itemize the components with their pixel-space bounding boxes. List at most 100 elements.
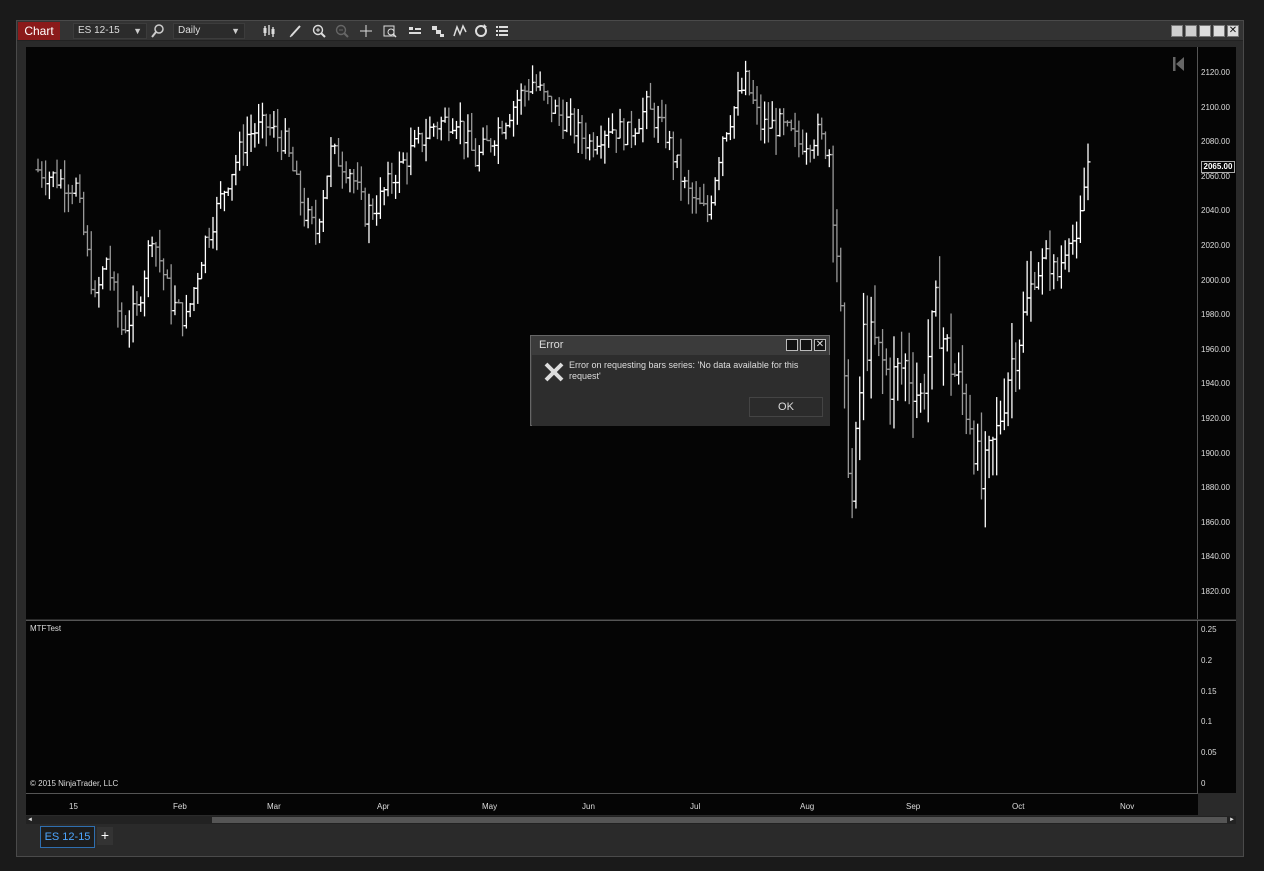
ohlc-bar [975, 423, 981, 471]
tile-icon[interactable] [1185, 25, 1197, 37]
ohlc-bar [214, 196, 220, 251]
ohlc-bar [686, 169, 692, 205]
ohlc-bar [594, 136, 600, 155]
ohlc-bar [998, 400, 1003, 435]
ohlc-bar [883, 348, 889, 376]
ok-button[interactable]: OK [749, 397, 823, 417]
price-tick-label: 1920.00 [1201, 414, 1230, 423]
indicator-axis[interactable]: 0.25 0.2 0.15 0.1 0.05 0 [1198, 620, 1236, 793]
horizontal-scrollbar[interactable]: ◄ ► [26, 816, 1236, 824]
time-tick-label: Sep [906, 802, 921, 811]
ohlc-bar [324, 175, 330, 200]
instrument-selector[interactable]: ES 12-15 ▼ [73, 23, 147, 39]
chart-toolbar: Chart ES 12-15 ▼ Daily ▼ ✕ [17, 21, 1243, 41]
ohlc-bar [419, 132, 425, 153]
ohlc-bar [370, 198, 376, 220]
maximize-button[interactable] [1213, 25, 1225, 37]
ohlc-bar [107, 245, 113, 291]
zoom-in-icon[interactable] [311, 23, 327, 39]
ohlc-bar [294, 160, 300, 175]
ohlc-bar [92, 280, 98, 298]
ohlc-bar [777, 108, 783, 137]
time-tick-label: Jun [582, 802, 595, 811]
add-tab-button[interactable]: + [97, 827, 113, 845]
ohlc-bar [819, 117, 825, 140]
scroll-to-end-icon[interactable] [1172, 55, 1186, 73]
maximize-button[interactable] [800, 339, 812, 351]
scroll-right-arrow[interactable]: ► [1228, 816, 1236, 824]
ohlc-bar [857, 376, 863, 461]
ohlc-bar [267, 114, 273, 136]
ohlc-bar [1074, 221, 1080, 259]
minimize-button[interactable] [786, 339, 798, 351]
chart-window-tab[interactable]: Chart [18, 22, 60, 40]
ohlc-bar [1013, 342, 1019, 392]
scroll-left-arrow[interactable]: ◄ [26, 816, 34, 824]
chart-trader-icon[interactable] [407, 23, 423, 39]
crosshair-icon[interactable] [358, 23, 374, 39]
zoom-out-icon[interactable] [334, 23, 350, 39]
ohlc-bar [469, 112, 475, 151]
indicator-title: MTFTest [30, 624, 62, 633]
ohlc-bar [480, 127, 486, 156]
ohlc-bar [396, 151, 402, 193]
ohlc-bar [545, 90, 551, 105]
dialog-titlebar[interactable]: Error ✕ [531, 336, 829, 354]
ohlc-bar [628, 110, 634, 148]
ohlc-bar [978, 412, 984, 500]
ohlc-bar [849, 448, 855, 519]
ohlc-bar [518, 83, 524, 115]
strategies-icon[interactable] [430, 23, 446, 39]
ohlc-bar [940, 327, 946, 386]
ohlc-bar [400, 152, 406, 164]
price-panel[interactable] [26, 47, 1198, 619]
properties-icon[interactable] [494, 23, 510, 39]
ohlc-bar [560, 99, 566, 139]
ohlc-bar [1020, 291, 1026, 353]
price-tick-label: 1860.00 [1201, 517, 1230, 527]
close-icon[interactable]: ✕ [1227, 25, 1239, 37]
time-axis[interactable]: 15 Feb Mar Apr May Jun Jul Aug Sep Oct Nov [26, 793, 1198, 815]
ohlc-bar [769, 101, 775, 129]
reload-icon[interactable] [473, 23, 489, 39]
ohlc-bar [427, 116, 433, 140]
search-icon[interactable] [150, 23, 166, 39]
dialog-body: Error on requesting bars series: 'No dat… [532, 355, 830, 426]
indicators-icon[interactable] [452, 23, 468, 39]
close-icon[interactable]: ✕ [814, 339, 826, 351]
ohlc-bar [393, 174, 399, 199]
ohlc-bar [682, 176, 688, 189]
indicator-panel[interactable]: MTFTest © 2015 NinjaTrader, LLC [26, 620, 1198, 793]
ohlc-bar [1058, 245, 1064, 289]
series-tab-es[interactable]: ES 12-15 [40, 826, 95, 848]
ohlc-bar [218, 181, 224, 209]
ohlc-bar [994, 397, 1000, 476]
interval-selector[interactable]: Daily ▼ [173, 23, 245, 39]
ohlc-bar [784, 120, 790, 127]
bar-type-icon[interactable] [261, 23, 277, 39]
data-box-icon[interactable] [382, 23, 398, 39]
ohlc-bar [895, 357, 901, 401]
ohlc-bar [362, 187, 368, 227]
minimize-button[interactable] [1199, 25, 1211, 37]
ohlc-bar [73, 177, 79, 197]
ohlc-bar [674, 154, 680, 169]
ohlc-bar [492, 140, 498, 156]
ohlc-bar [956, 352, 962, 385]
ohlc-bar [959, 345, 965, 416]
price-tick-label: 1900.00 [1201, 448, 1230, 458]
price-tick-label: 1840.00 [1201, 552, 1230, 562]
ohlc-bar [705, 195, 711, 223]
error-dialog: Error ✕ Error on requesting bars series:… [530, 335, 830, 426]
time-tick-label: 15 [69, 802, 78, 811]
ohlc-bar [164, 269, 170, 279]
price-axis[interactable]: 2120.00 2100.00 2080.00 2060.00 2040.00 2020.… [1198, 47, 1236, 619]
ohlc-bar [963, 383, 969, 435]
tile-icon[interactable] [1171, 25, 1183, 37]
ohlc-bar [678, 138, 684, 201]
ohlc-bar [530, 65, 536, 95]
draw-tool-icon[interactable] [288, 23, 304, 39]
price-tick-label: 1980.00 [1201, 310, 1230, 320]
scrollbar-thumb[interactable] [212, 817, 1227, 823]
ohlc-bar [347, 168, 353, 193]
